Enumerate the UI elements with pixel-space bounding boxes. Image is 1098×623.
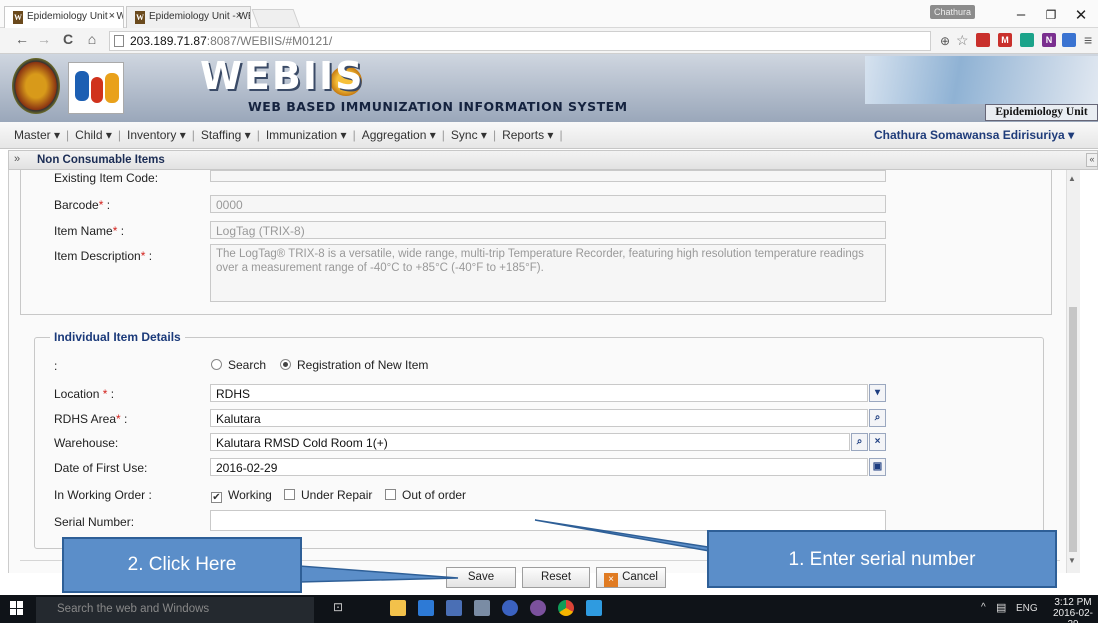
enter-serial-callout: 1. Enter serial number bbox=[707, 530, 1057, 588]
file-explorer-icon[interactable] bbox=[390, 600, 406, 616]
task-view-icon[interactable]: ⊡ bbox=[333, 600, 343, 614]
snipping-tool-icon[interactable] bbox=[474, 600, 490, 616]
clock[interactable]: 3:12 PM 2016-02-29 bbox=[1052, 597, 1094, 623]
show-hidden-icons-icon[interactable]: ^ bbox=[981, 602, 986, 613]
chrome-icon[interactable] bbox=[558, 600, 574, 616]
notification-icon[interactable]: ▤ bbox=[996, 601, 1006, 614]
language-indicator[interactable]: ENG bbox=[1016, 603, 1038, 614]
arrow-to-save bbox=[299, 565, 459, 583]
app-icon[interactable] bbox=[446, 600, 462, 616]
click-here-callout: 2. Click Here bbox=[62, 537, 302, 593]
clock-date: 2016-02-29 bbox=[1052, 608, 1094, 623]
taskbar-search-field[interactable]: Search the web and Windows bbox=[36, 597, 314, 623]
app-w-icon[interactable] bbox=[586, 600, 602, 616]
r-icon[interactable] bbox=[502, 600, 518, 616]
media-player-icon[interactable] bbox=[418, 600, 434, 616]
clock-time: 3:12 PM bbox=[1054, 597, 1092, 608]
windows-start-icon[interactable] bbox=[10, 601, 24, 615]
viber-icon[interactable] bbox=[530, 600, 546, 616]
